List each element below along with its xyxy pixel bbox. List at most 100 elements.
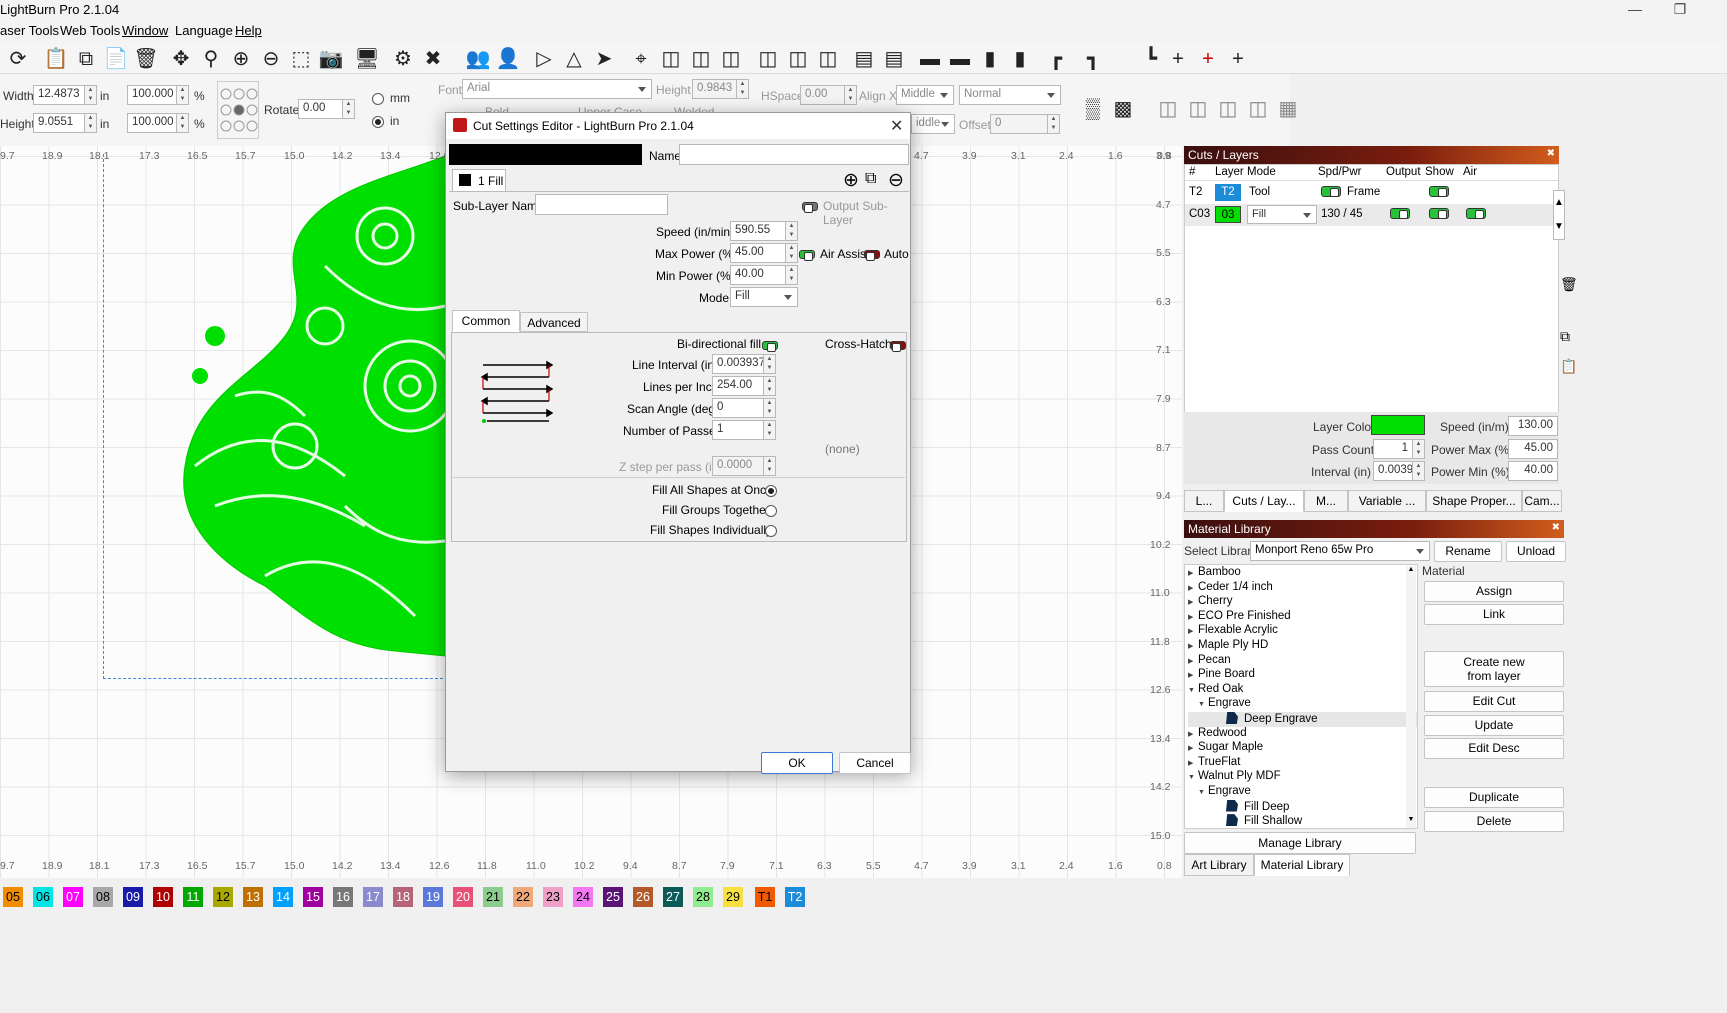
chevron-right-icon[interactable]: ▶: [1188, 657, 1198, 665]
manage-library-button[interactable]: Manage Library: [1184, 832, 1416, 854]
text-style-select[interactable]: Normal: [959, 85, 1061, 105]
material-tree-item[interactable]: ▶ Maple Ply HD: [1188, 639, 1417, 654]
material-tree-item[interactable]: ▶ Flexable Acrylic: [1188, 624, 1417, 639]
palette-swatch-13[interactable]: 13: [243, 887, 263, 907]
refresh-icon[interactable]: ⟳: [5, 46, 31, 72]
tab-move[interactable]: M...: [1304, 490, 1348, 512]
palette-swatch-17[interactable]: 17: [363, 887, 383, 907]
show-toggle[interactable]: [1429, 208, 1449, 220]
chevron-right-icon[interactable]: ▶: [1188, 671, 1198, 679]
copy-icon[interactable]: ⧉: [1560, 328, 1570, 345]
menu-help[interactable]: Help: [235, 23, 262, 38]
z-step-input[interactable]: 0.0000: [712, 456, 764, 476]
alignx-select[interactable]: Middle: [896, 85, 954, 105]
font-select[interactable]: Arial: [462, 79, 652, 99]
move-icon[interactable]: ✥: [168, 46, 194, 72]
cross-left-icon[interactable]: +: [1165, 46, 1191, 72]
aligny-select[interactable]: iddle: [911, 114, 955, 134]
tab-art-library[interactable]: Art Library: [1184, 854, 1254, 876]
space-x-icon[interactable]: ▮: [977, 46, 1003, 72]
floral-artwork[interactable]: [175, 146, 455, 666]
zoom-out-icon[interactable]: ⊖: [258, 46, 284, 72]
palette-swatch-05[interactable]: 05: [3, 887, 23, 907]
quick-speed-input[interactable]: 130.00: [1508, 416, 1558, 436]
corner-bl-icon[interactable]: ┗: [1138, 46, 1164, 72]
palette-swatch-28[interactable]: 28: [693, 887, 713, 907]
palette-swatch-09[interactable]: 09: [123, 887, 143, 907]
material-tree[interactable]: ▶ Bamboo ▶ Ceder 1/4 inch ▶ Cherry ▶ ECO Pre Fi…: [1184, 564, 1418, 829]
menu-web-tools[interactable]: Web Tools: [60, 23, 120, 38]
chevron-right-icon[interactable]: ▶: [1188, 759, 1198, 767]
offset-spinner[interactable]: ▲ ▼: [1048, 114, 1060, 134]
close-icon[interactable]: ✖: [1552, 522, 1560, 533]
assign-button[interactable]: Assign: [1424, 581, 1564, 602]
number-of-passes-spinner[interactable]: ▲ ▼: [764, 420, 776, 440]
unload-button[interactable]: Unload: [1506, 541, 1566, 562]
min-power-spinner[interactable]: ▲ ▼: [786, 265, 798, 285]
camera-icon[interactable]: 📷: [318, 46, 344, 72]
quick-pmin-input[interactable]: 40.00: [1508, 461, 1558, 481]
close-icon[interactable]: ✖: [1547, 148, 1555, 159]
align-right-icon[interactable]: ◫: [718, 46, 744, 72]
hspace-spinner[interactable]: ▲ ▼: [845, 85, 857, 105]
speed-input[interactable]: 590.55: [730, 221, 786, 241]
palette-swatch-19[interactable]: 19: [423, 887, 443, 907]
lines-per-inch-spinner[interactable]: ▲ ▼: [764, 376, 776, 396]
bidirectional-toggle[interactable]: [762, 338, 778, 353]
sublayer-name-input[interactable]: [535, 194, 668, 215]
monitor-icon[interactable]: 🖥: [354, 46, 380, 72]
minimize-icon[interactable]: —: [1615, 0, 1655, 20]
height-input[interactable]: 9.0551: [33, 113, 85, 133]
flip-h-icon[interactable]: ▷: [531, 46, 557, 72]
gear-icon[interactable]: ⚙: [390, 46, 416, 72]
ok-button[interactable]: OK: [761, 752, 833, 774]
send-icon[interactable]: ➤: [591, 46, 617, 72]
material-tree-item[interactable]: ▼ Engrave: [1188, 785, 1417, 800]
tab-shape-properties[interactable]: Shape Proper...: [1426, 490, 1522, 512]
zoom-tool-icon[interactable]: ⚲: [198, 46, 224, 72]
palette-swatch-15[interactable]: 15: [303, 887, 323, 907]
paste-icon[interactable]: 📋: [43, 46, 69, 72]
rotate-input[interactable]: 0.00: [298, 99, 343, 119]
scale-height-spinner[interactable]: ▲ ▼: [177, 113, 189, 133]
corner-tr-icon[interactable]: ┓: [1080, 46, 1106, 72]
update-button[interactable]: Update: [1424, 715, 1564, 736]
fill-individually-radio[interactable]: [765, 523, 777, 537]
corner-tl-icon[interactable]: ┏: [1043, 46, 1069, 72]
output-toggle[interactable]: [1390, 208, 1410, 220]
dock-top-icon[interactable]: ◫: [1215, 96, 1241, 122]
space-h-icon[interactable]: ▬: [917, 46, 943, 72]
cross-center-icon[interactable]: +: [1195, 46, 1221, 72]
palette-swatch-08[interactable]: 08: [93, 887, 113, 907]
text-height-spinner[interactable]: ▲ ▼: [737, 79, 749, 99]
palette-swatch-21[interactable]: 21: [483, 887, 503, 907]
pass-count-spinner[interactable]: ▲ ▼: [1413, 439, 1425, 459]
scan-angle-spinner[interactable]: ▲ ▼: [764, 398, 776, 418]
scale-width-input[interactable]: 100.000: [127, 85, 177, 105]
air-toggle[interactable]: [1466, 208, 1486, 220]
chevron-right-icon[interactable]: ▶: [1188, 642, 1198, 650]
menu-language[interactable]: Language: [175, 23, 233, 38]
scale-height-input[interactable]: 100.000: [127, 113, 177, 133]
mode-select[interactable]: Fill: [730, 287, 798, 307]
chevron-right-icon[interactable]: ▶: [1188, 598, 1198, 606]
palette-swatch-t2[interactable]: T2: [785, 887, 805, 907]
remove-sublayer-icon[interactable]: ⊖: [888, 169, 904, 192]
palette-swatch-07[interactable]: 07: [63, 887, 83, 907]
menu-laser-tools[interactable]: aser Tools: [0, 23, 59, 38]
material-tree-scrollbar[interactable]: ▲ ▼: [1406, 566, 1416, 828]
number-of-passes-input[interactable]: 1: [712, 420, 764, 440]
max-power-input[interactable]: 45.00: [730, 243, 786, 263]
palette-swatch-26[interactable]: 26: [633, 887, 653, 907]
edit-cut-button[interactable]: Edit Cut: [1424, 691, 1564, 712]
align-left-icon[interactable]: ◫: [658, 46, 684, 72]
max-power-spinner[interactable]: ▲ ▼: [786, 243, 798, 263]
anchor-grid[interactable]: [217, 81, 259, 139]
cross-right-icon[interactable]: +: [1225, 46, 1251, 72]
tab-advanced[interactable]: Advanced: [520, 312, 588, 332]
lines-per-inch-input[interactable]: 254.00: [712, 376, 764, 396]
material-tree-item[interactable]: ▶ Cherry: [1188, 595, 1417, 610]
space-v-icon[interactable]: ▬: [947, 46, 973, 72]
height-spinner[interactable]: ▲ ▼: [85, 113, 97, 133]
output-sublayer-toggle[interactable]: [802, 199, 818, 214]
